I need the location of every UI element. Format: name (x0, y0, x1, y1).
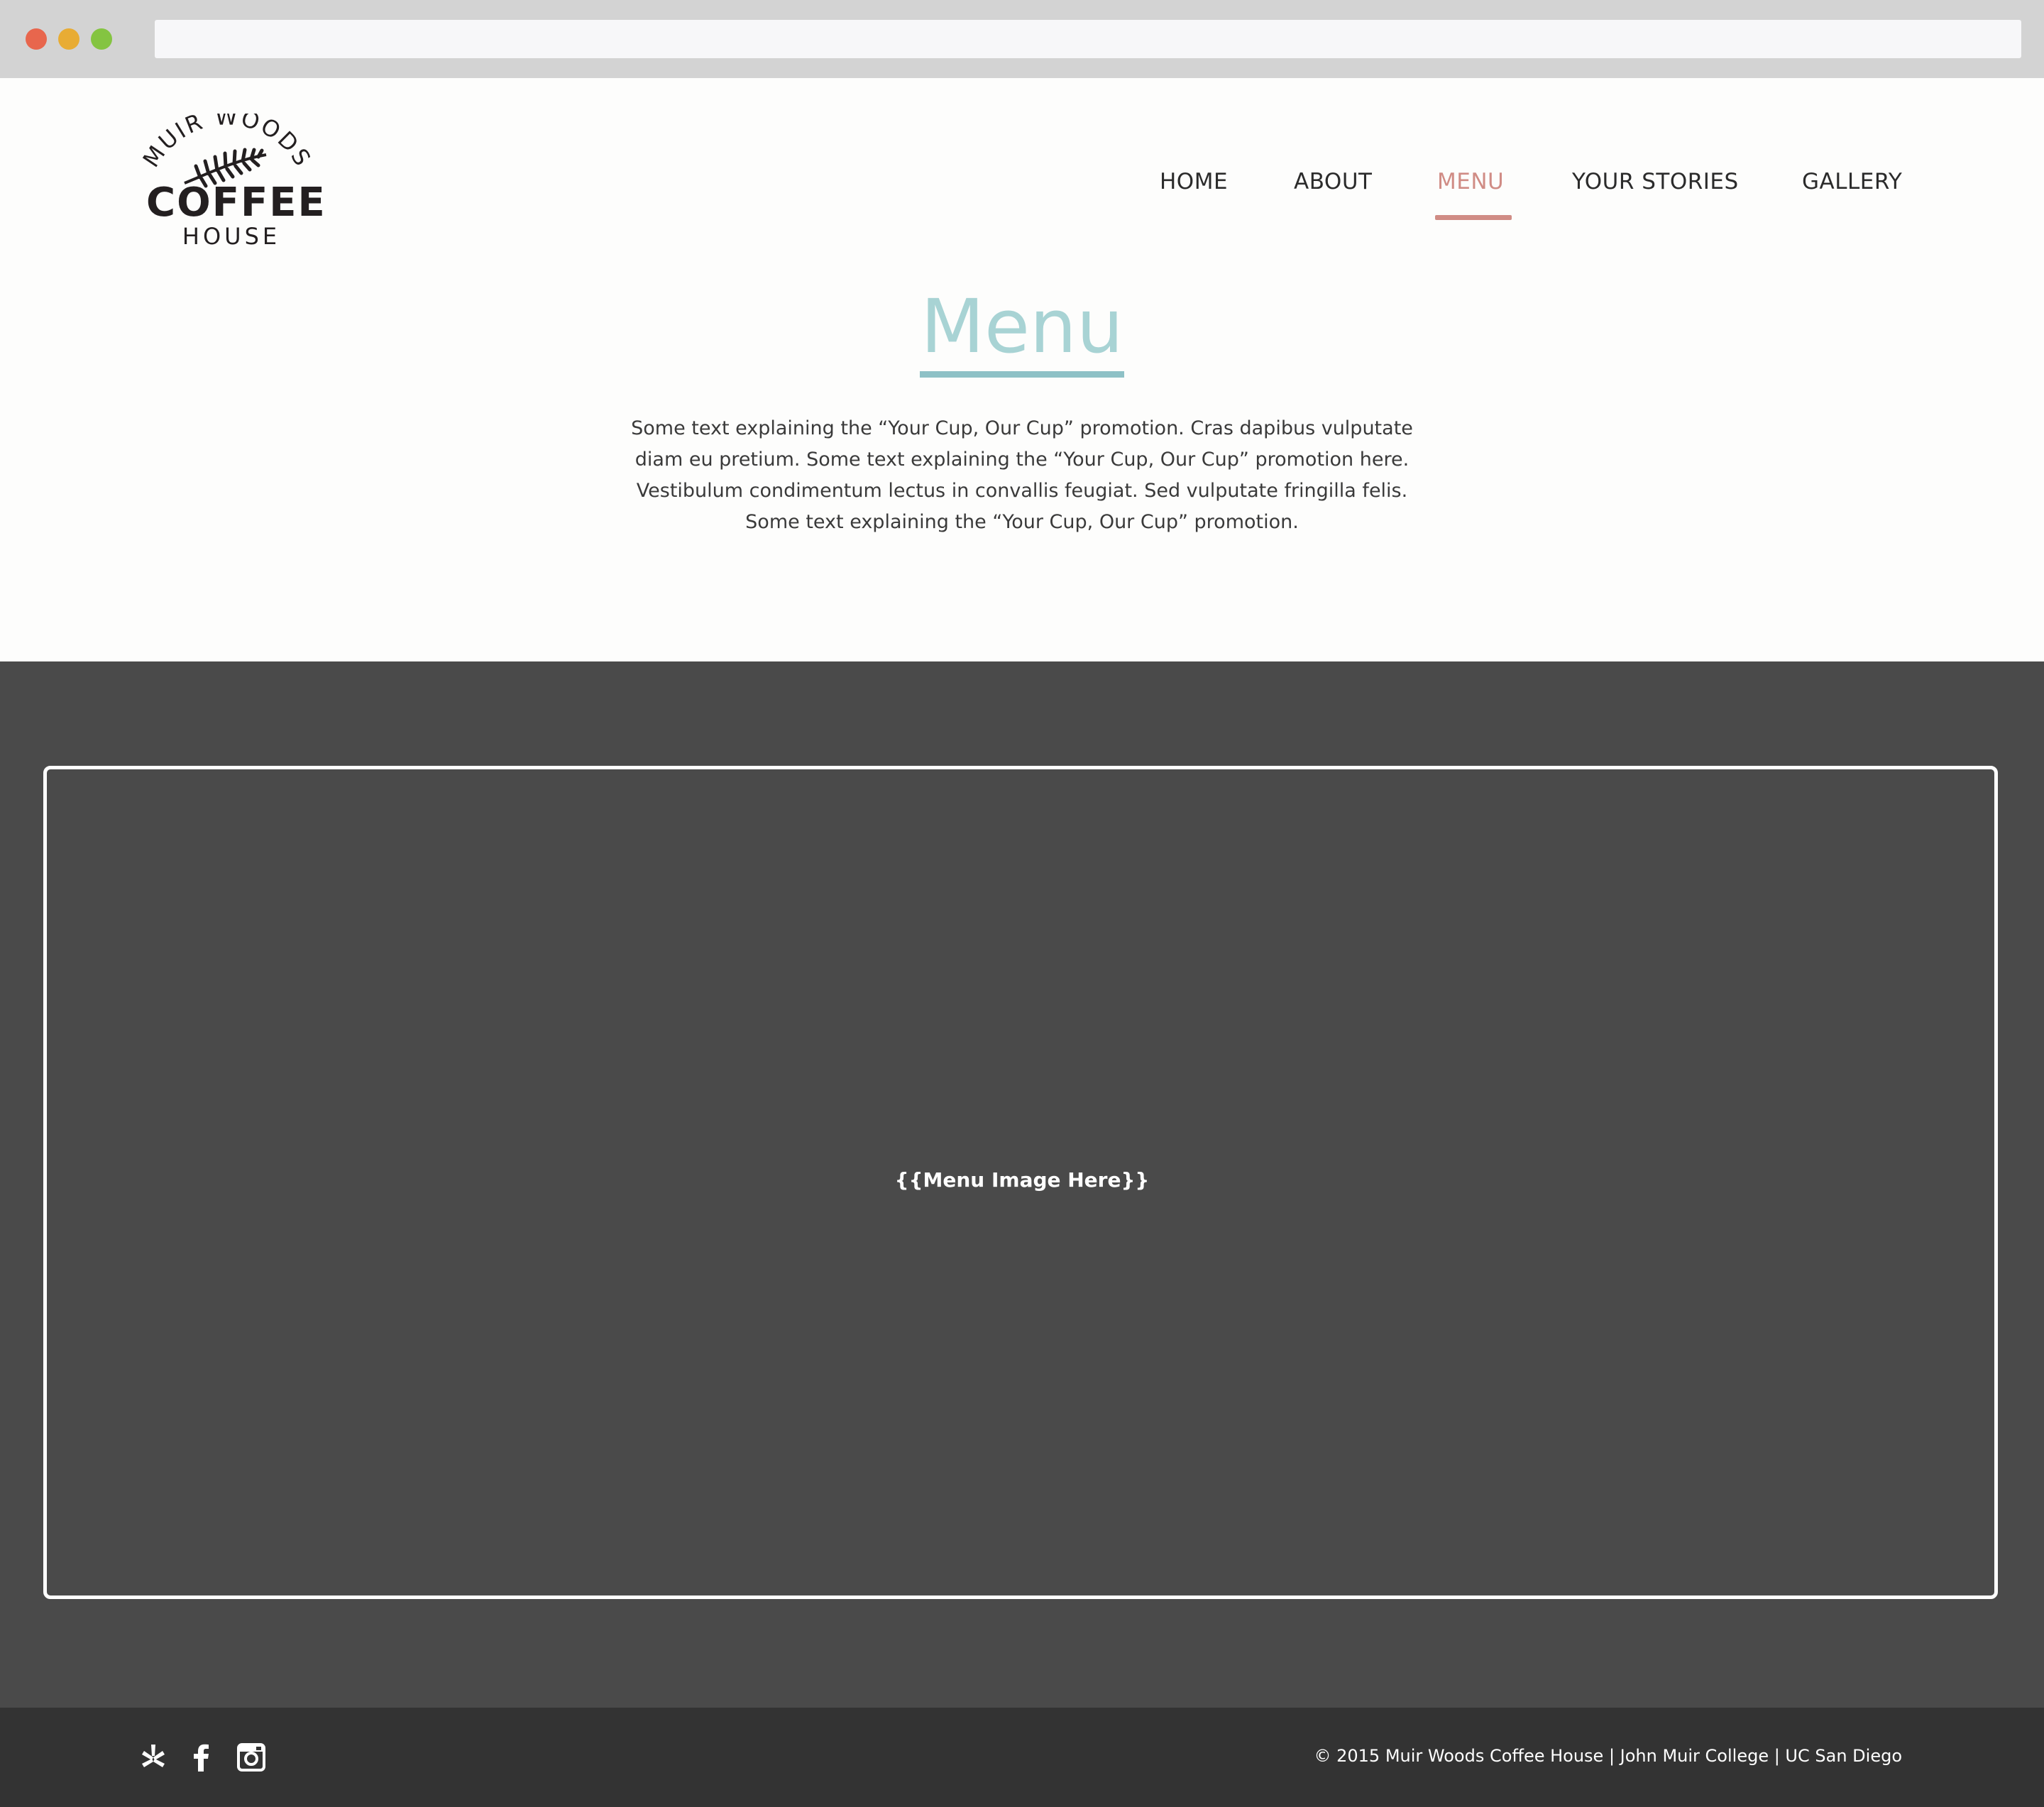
yelp-icon[interactable] (138, 1742, 169, 1773)
title-underline (920, 371, 1124, 378)
minimize-window-button[interactable] (58, 28, 79, 50)
site-logo[interactable]: MUIR WOODS COFFEE HOUSE (135, 114, 326, 250)
page-title: Menu (921, 283, 1123, 370)
nav-menu[interactable]: MENU (1437, 169, 1504, 194)
nav-gallery[interactable]: GALLERY (1802, 169, 1902, 194)
close-window-button[interactable] (26, 28, 47, 50)
nav-home[interactable]: HOME (1160, 169, 1228, 194)
menu-image-placeholder: {{Menu Image Here}} (894, 1168, 1150, 1192)
nav-your-stories[interactable]: YOUR STORIES (1572, 169, 1739, 194)
address-bar[interactable] (155, 20, 2021, 58)
copyright-text: © 2015 Muir Woods Coffee House | John Mu… (1314, 1746, 1902, 1766)
maximize-window-button[interactable] (91, 28, 112, 50)
logo-house-text: HOUSE (182, 223, 281, 250)
instagram-icon[interactable] (236, 1742, 267, 1773)
facebook-icon[interactable] (186, 1742, 217, 1773)
nav-active-indicator (1435, 215, 1512, 220)
logo-coffee-text: COFFEE (146, 180, 326, 226)
browser-chrome (0, 0, 2044, 78)
nav-about[interactable]: ABOUT (1294, 169, 1372, 194)
intro-text: Some text explaining the “Your Cup, Our … (631, 417, 1413, 533)
